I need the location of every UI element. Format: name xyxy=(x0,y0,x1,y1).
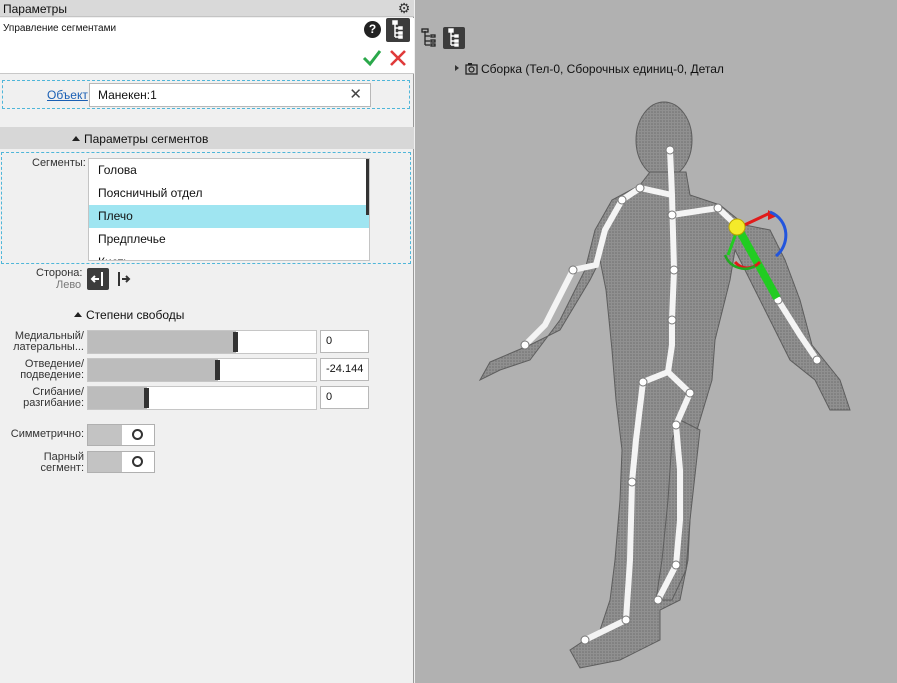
side-value: Лево xyxy=(56,279,82,291)
slider-thumb[interactable] xyxy=(144,388,150,408)
toggle-track xyxy=(88,425,122,445)
slider-thumb[interactable] xyxy=(233,332,239,352)
symmetric-toggle[interactable] xyxy=(87,424,155,446)
object-row: Объект Манекен:1 ✕ xyxy=(2,80,410,109)
tree-collapse-icon[interactable] xyxy=(419,27,441,49)
slider-fill xyxy=(88,359,218,381)
value-field-abduction[interactable]: -24.144 xyxy=(320,358,369,381)
toggle-knob xyxy=(132,429,143,440)
value-field-medial[interactable]: 0 xyxy=(320,330,369,353)
list-item[interactable]: Предплечье xyxy=(89,228,369,251)
symmetric-label: Симметрично: xyxy=(10,428,84,440)
help-icon[interactable]: ? xyxy=(364,21,381,38)
slider-abduction[interactable] xyxy=(87,358,317,382)
object-field[interactable]: Манекен:1 ✕ xyxy=(89,83,371,107)
parameters-panel: Параметры ⚙ Управление сегментами ? Объе… xyxy=(0,0,414,683)
paired-segment-toggle[interactable] xyxy=(87,451,155,473)
toggle-track xyxy=(88,452,122,472)
dof-label-line: подведение: xyxy=(20,369,84,381)
tree-view-icon[interactable] xyxy=(386,18,410,42)
collapse-icon xyxy=(72,136,80,141)
dof-label-medial: Медиальный/ латеральны... xyxy=(2,331,84,353)
dof-label-abduction: Отведение/ подведение: xyxy=(2,359,84,381)
object-link[interactable]: Объект xyxy=(47,88,88,102)
close-icon[interactable] xyxy=(388,48,408,68)
segments-group: Сегменты: Голова Поясничный отдел Плечо … xyxy=(1,152,411,264)
segments-section-title: Параметры сегментов xyxy=(84,132,209,146)
segments-section-header[interactable]: Параметры сегментов xyxy=(0,127,414,149)
model-tree-root-label: Сборка (Тел-0, Сборочных единиц-0, Детал xyxy=(481,62,724,76)
dof-section-header[interactable]: Степени свободы xyxy=(74,308,184,322)
toggle-knob xyxy=(132,456,143,467)
paired-segment-label: Парный сегмент: xyxy=(2,452,84,474)
gear-icon[interactable]: ⚙ xyxy=(397,0,411,16)
panel-title-bar: Параметры ⚙ xyxy=(0,0,414,17)
segments-label: Сегменты: xyxy=(32,157,86,169)
expand-arrow-icon[interactable] xyxy=(455,65,459,71)
collapse-icon xyxy=(74,312,82,317)
slider-thumb[interactable] xyxy=(214,360,220,380)
assembly-icon xyxy=(465,63,478,75)
list-item[interactable]: Голова xyxy=(89,159,369,182)
side-left-icon[interactable] xyxy=(87,268,109,290)
mannequin-scene[interactable] xyxy=(415,0,897,683)
list-item-selected[interactable]: Плечо xyxy=(89,205,369,228)
slider-fill xyxy=(88,331,237,353)
list-scrollbar[interactable] xyxy=(366,159,369,215)
value-field-flexion[interactable]: 0 xyxy=(320,386,369,409)
list-item[interactable]: Кисть xyxy=(89,251,369,260)
dof-section-title: Степени свободы xyxy=(86,308,185,322)
slider-fill xyxy=(88,387,148,409)
dof-label-line: разгибание: xyxy=(23,397,84,409)
panel-subtitle: Управление сегментами xyxy=(3,23,117,34)
segments-list[interactable]: Голова Поясничный отдел Плечо Предплечье… xyxy=(88,158,370,261)
side-right-icon[interactable] xyxy=(113,268,135,290)
panel-title: Параметры xyxy=(3,2,67,16)
slider-flexion[interactable] xyxy=(87,386,317,410)
object-value: Манекен:1 xyxy=(98,88,157,102)
check-icon[interactable] xyxy=(362,48,382,68)
dof-label-line: латеральны... xyxy=(13,341,84,353)
slider-medial[interactable] xyxy=(87,330,317,354)
clear-icon[interactable]: ✕ xyxy=(349,87,362,103)
model-tree-root[interactable]: Сборка (Тел-0, Сборочных единиц-0, Детал xyxy=(455,62,724,76)
panel-header: Управление сегментами ? xyxy=(0,18,414,74)
list-item[interactable]: Поясничный отдел xyxy=(89,182,369,205)
tree-view-icon[interactable] xyxy=(443,27,465,49)
side-label: Сторона: xyxy=(36,267,83,279)
dof-label-flexion: Сгибание/ разгибание: xyxy=(2,387,84,409)
paired-label-line: сегмент: xyxy=(40,462,84,474)
